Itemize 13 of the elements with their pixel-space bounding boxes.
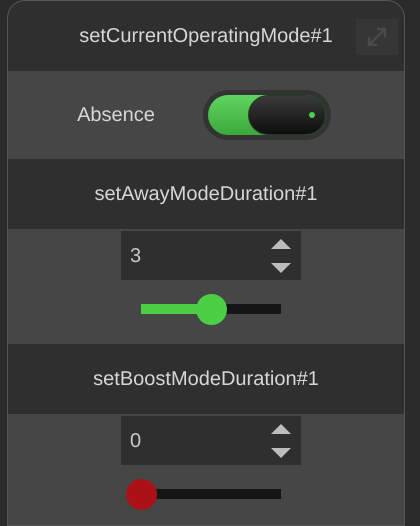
- increment-icon[interactable]: [271, 424, 291, 434]
- toggle-switch[interactable]: [202, 90, 331, 140]
- toggle-label: Absence: [77, 103, 155, 128]
- section-title: setAwayModeDuration#1: [94, 182, 318, 207]
- decrement-icon[interactable]: [271, 262, 291, 272]
- number-field[interactable]: 0: [121, 416, 301, 465]
- number-field[interactable]: 3: [121, 231, 301, 280]
- decrement-icon[interactable]: [271, 448, 291, 458]
- slider-thumb[interactable]: [126, 478, 157, 510]
- increment-icon[interactable]: [271, 238, 291, 248]
- slider-thumb[interactable]: [196, 294, 227, 324]
- section-title: setBoostModeDuration#1: [93, 367, 319, 392]
- section-title: setCurrentOperatingMode#1: [79, 24, 333, 49]
